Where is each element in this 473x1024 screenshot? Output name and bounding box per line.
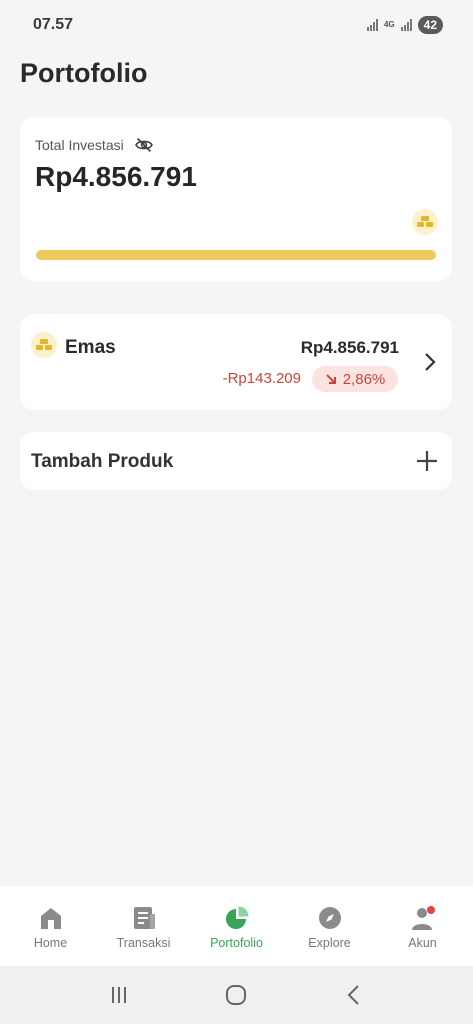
home-icon bbox=[40, 908, 61, 929]
product-change-badge: 2,86% bbox=[312, 366, 398, 392]
system-nav-bar bbox=[0, 966, 473, 1024]
nav-portofolio[interactable]: Portofolio bbox=[191, 886, 283, 966]
nav-explore[interactable]: Explore bbox=[284, 886, 376, 966]
notification-dot bbox=[426, 906, 435, 914]
user-icon bbox=[411, 906, 435, 930]
signal-icon-2 bbox=[400, 19, 412, 31]
product-change-percent: 2,86% bbox=[342, 370, 386, 388]
nav-akun[interactable]: Akun bbox=[377, 886, 469, 966]
add-product-card[interactable]: Tambah Produk bbox=[20, 432, 452, 490]
nav-transaksi[interactable]: Transaksi bbox=[98, 886, 190, 966]
product-value: Rp4.856.791 bbox=[300, 338, 399, 357]
status-bar: 07.57 4G 42 bbox=[0, 0, 473, 50]
allocation-bar bbox=[36, 250, 436, 260]
nav-label-portofolio: Portofolio bbox=[210, 936, 263, 950]
status-icons: 4G 42 bbox=[366, 16, 443, 34]
nav-label-explore: Explore bbox=[308, 936, 351, 950]
network-type: 4G bbox=[383, 20, 395, 29]
back-icon[interactable] bbox=[342, 983, 366, 1007]
total-label-row: Total Investasi bbox=[35, 137, 154, 153]
eye-off-icon[interactable] bbox=[134, 137, 154, 153]
arrow-down-right-icon bbox=[326, 374, 336, 384]
nav-label-akun: Akun bbox=[408, 936, 437, 950]
signal-icon bbox=[366, 19, 378, 31]
bottom-nav: Home Transaksi Portofolio Explore Akun bbox=[0, 886, 473, 966]
chevron-right-icon[interactable] bbox=[424, 352, 436, 372]
compass-icon bbox=[318, 907, 341, 929]
product-name: Emas bbox=[65, 337, 116, 358]
battery-indicator: 42 bbox=[417, 16, 443, 34]
recent-apps-icon[interactable] bbox=[107, 983, 131, 1007]
nav-home[interactable]: Home bbox=[5, 886, 97, 966]
plus-icon[interactable] bbox=[416, 450, 438, 472]
nav-label-home: Home bbox=[33, 936, 68, 950]
page-title: Portofolio bbox=[20, 58, 148, 88]
product-card-emas[interactable]: Emas Rp4.856.791 -Rp143.209 2,86% bbox=[20, 314, 452, 410]
home-button-icon[interactable] bbox=[224, 983, 248, 1007]
allocation-bar-fill bbox=[36, 250, 436, 260]
total-investment-value: Rp4.856.791 bbox=[35, 161, 197, 192]
product-change-amount: -Rp143.209 bbox=[222, 370, 301, 387]
total-investment-label: Total Investasi bbox=[35, 137, 124, 153]
gold-bars-icon bbox=[31, 332, 57, 358]
receipt-icon bbox=[133, 907, 155, 929]
total-investment-card: Total Investasi Rp4.856.791 bbox=[20, 117, 452, 281]
add-product-label: Tambah Produk bbox=[31, 451, 174, 472]
nav-label-transaksi: Transaksi bbox=[116, 936, 171, 950]
status-time: 07.57 bbox=[33, 16, 74, 33]
gold-bars-icon bbox=[412, 209, 438, 235]
pie-chart-icon bbox=[225, 906, 248, 929]
